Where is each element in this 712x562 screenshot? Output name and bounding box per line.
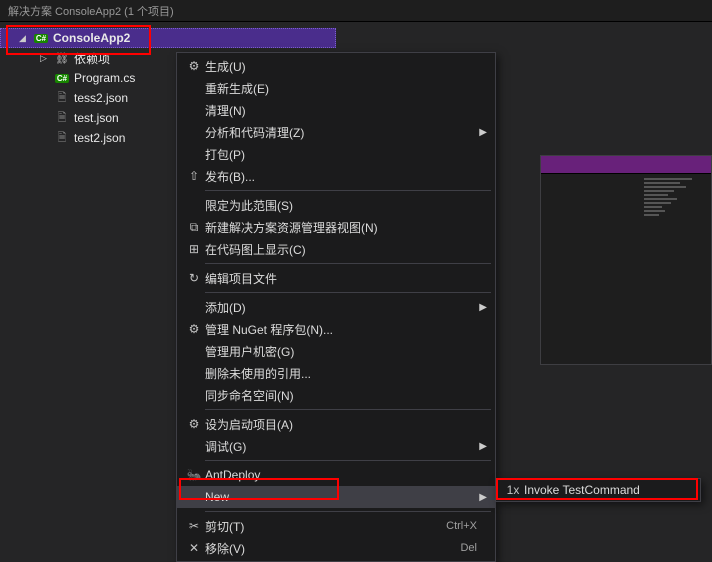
menu-separator — [205, 409, 491, 410]
cut-icon: ✂ — [183, 518, 205, 534]
dependencies-label: 依赖项 — [74, 50, 110, 67]
submenu-invoke-testcommand[interactable]: 1x Invoke TestCommand — [496, 479, 700, 501]
json-file-icon: 🗎 — [54, 90, 70, 106]
file-label: test.json — [74, 111, 119, 125]
menu-pack[interactable]: 打包(P) — [177, 143, 495, 165]
menu-clean[interactable]: 清理(N) — [177, 99, 495, 121]
menu-new[interactable]: New ▶ — [177, 486, 495, 508]
menu-user-secrets[interactable]: 管理用户机密(G) — [177, 340, 495, 362]
menu-edit-project-file[interactable]: ↻ 编辑项目文件 — [177, 267, 495, 289]
menu-cut[interactable]: ✂ 剪切(T) Ctrl+X — [177, 515, 495, 537]
project-context-menu: ⚙ 生成(U) 重新生成(E) 清理(N) 分析和代码清理(Z) ▶ 打包(P)… — [176, 52, 496, 562]
solution-title-text: 解决方案 ConsoleApp2 (1 个项目) — [8, 3, 174, 19]
tree-expand-icon: ◢ — [19, 33, 29, 44]
project-label: ConsoleApp2 — [53, 31, 130, 45]
file-label: Program.cs — [74, 71, 135, 85]
shortcut-label: Del — [460, 542, 477, 554]
menu-separator — [205, 190, 491, 191]
menu-rebuild[interactable]: 重新生成(E) — [177, 77, 495, 99]
dependencies-icon: ⛓ — [54, 50, 70, 66]
new-submenu: 1x Invoke TestCommand — [495, 478, 701, 502]
submenu-arrow-icon: ▶ — [479, 492, 487, 503]
nuget-icon: ⚙ — [183, 321, 205, 337]
menu-build[interactable]: ⚙ 生成(U) — [177, 55, 495, 77]
menu-separator — [205, 460, 491, 461]
menu-sync-namespaces[interactable]: 同步命名空间(N) — [177, 384, 495, 406]
new-view-icon: ⧉ — [183, 219, 205, 235]
menu-code-map[interactable]: ⊞ 在代码图上显示(C) — [177, 238, 495, 260]
menu-publish[interactable]: ⇧ 发布(B)... — [177, 165, 495, 187]
submenu-arrow-icon: ▶ — [479, 302, 487, 313]
edit-file-icon: ↻ — [183, 270, 205, 286]
csharp-project-icon: C# — [33, 30, 49, 46]
menu-debug[interactable]: 调试(G) ▶ — [177, 435, 495, 457]
menu-separator — [205, 263, 491, 264]
editor-tab-strip — [541, 156, 711, 174]
editor-minimap — [644, 178, 704, 216]
shortcut-label: Ctrl+X — [446, 520, 477, 532]
menu-analyze[interactable]: 分析和代码清理(Z) ▶ — [177, 121, 495, 143]
menu-scope[interactable]: 限定为此范围(S) — [177, 194, 495, 216]
antdeploy-icon: 🐜 — [183, 467, 205, 483]
menu-set-startup[interactable]: ⚙ 设为启动项目(A) — [177, 413, 495, 435]
tree-collapse-icon: ▷ — [40, 53, 50, 64]
submenu-arrow-icon: ▶ — [479, 441, 487, 452]
remove-icon: ✕ — [183, 540, 205, 556]
file-label: test2.json — [74, 131, 125, 145]
menu-remove[interactable]: ✕ 移除(V) Del — [177, 537, 495, 559]
menu-separator — [205, 511, 491, 512]
solution-title-bar: 解决方案 ConsoleApp2 (1 个项目) — [0, 0, 712, 22]
command-icon: 1x — [502, 482, 524, 498]
editor-preview-panel — [540, 155, 712, 365]
json-file-icon: 🗎 — [54, 110, 70, 126]
file-label: tess2.json — [74, 91, 128, 105]
gear-icon: ⚙ — [183, 416, 205, 432]
json-file-icon: 🗎 — [54, 130, 70, 146]
code-map-icon: ⊞ — [183, 241, 205, 257]
menu-new-view[interactable]: ⧉ 新建解决方案资源管理器视图(N) — [177, 216, 495, 238]
menu-separator — [205, 292, 491, 293]
submenu-arrow-icon: ▶ — [479, 127, 487, 138]
build-icon: ⚙ — [183, 58, 205, 74]
project-node-consoleapp2[interactable]: ◢ C# ConsoleApp2 — [0, 28, 336, 48]
menu-remove-unused-refs[interactable]: 删除未使用的引用... — [177, 362, 495, 384]
publish-icon: ⇧ — [183, 168, 205, 184]
menu-nuget[interactable]: ⚙ 管理 NuGet 程序包(N)... — [177, 318, 495, 340]
menu-add[interactable]: 添加(D) ▶ — [177, 296, 495, 318]
csharp-file-icon: C# — [54, 70, 70, 86]
menu-antdeploy[interactable]: 🐜 AntDeploy — [177, 464, 495, 486]
